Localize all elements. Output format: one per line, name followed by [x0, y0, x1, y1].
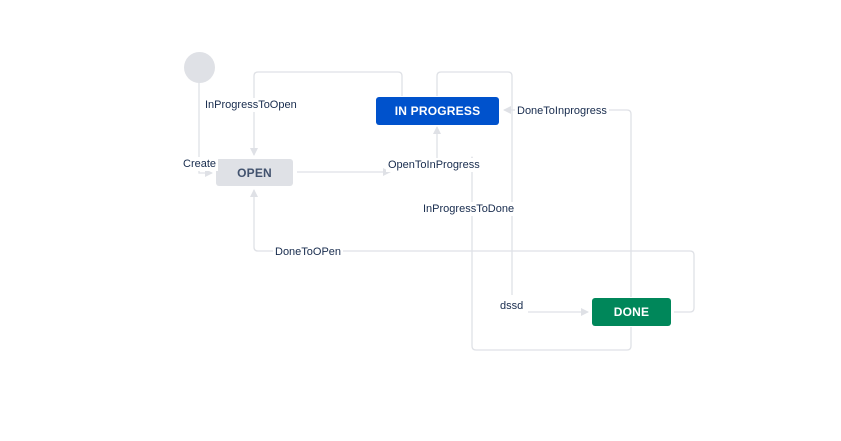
dssd-transition-label[interactable]: dssd — [498, 299, 526, 313]
workflow-canvas — [198, 71, 695, 351]
in-progress-to-open-label[interactable]: InProgressToOpen — [203, 98, 299, 112]
status-open[interactable]: OPEN — [216, 159, 293, 186]
status-in-progress[interactable]: IN PROGRESS — [376, 97, 499, 125]
done-to-in-progress-line[interactable] — [503, 106, 632, 297]
status-open-label: OPEN — [237, 165, 272, 180]
done-to-open-label[interactable]: DoneToOPen — [273, 245, 344, 259]
done-to-in-progress-label[interactable]: DoneToInprogress — [515, 104, 609, 118]
status-in-progress-label: IN PROGRESS — [394, 104, 481, 118]
in-progress-to-done-label[interactable]: InProgressToDone — [421, 202, 517, 216]
create-transition-label[interactable]: Create — [181, 157, 219, 171]
status-done[interactable]: DONE — [592, 298, 671, 326]
start-node[interactable] — [184, 52, 215, 83]
open-to-in-progress-label[interactable]: OpenToInProgress — [386, 158, 482, 172]
status-done-label: DONE — [613, 305, 650, 319]
